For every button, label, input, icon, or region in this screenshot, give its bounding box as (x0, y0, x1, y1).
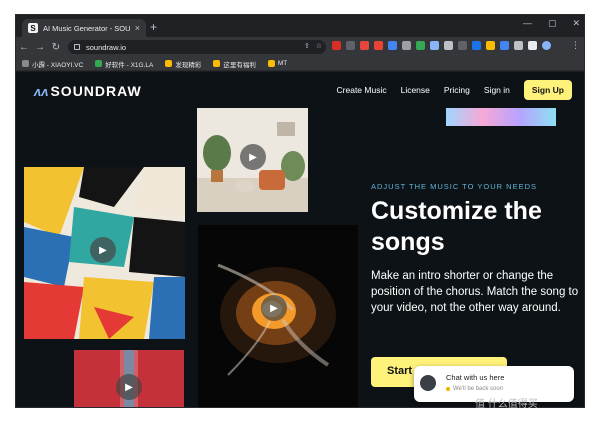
reload-button[interactable]: ↻ (48, 42, 64, 53)
browser-window: S AI Music Generator - SOUNDR × + — ▢ ✕ … (15, 14, 585, 408)
maximize-button[interactable]: ▢ (548, 18, 557, 29)
close-window-button[interactable]: ✕ (572, 18, 580, 29)
bookmark-item[interactable]: 小霹 - XIAOYI.VC (22, 59, 83, 69)
window-controls: — ▢ ✕ (523, 18, 580, 29)
extension-icon[interactable] (486, 41, 495, 50)
screenshot-frame: S AI Music Generator - SOUNDR × + — ▢ ✕ … (0, 0, 600, 422)
browser-tab[interactable]: S AI Music Generator - SOUNDR × (22, 19, 146, 37)
play-icon[interactable]: ▶ (90, 237, 116, 263)
holographic-thumbnail[interactable] (446, 108, 556, 126)
extension-icon[interactable] (346, 41, 355, 50)
hero-tagline: ADJUST THE MUSIC TO YOUR NEEDS (371, 182, 537, 191)
url-text: soundraw.io (86, 42, 127, 52)
back-button[interactable]: ← (16, 42, 32, 53)
tab-strip: S AI Music Generator - SOUNDR × + — ▢ ✕ (16, 15, 584, 37)
profile-avatar[interactable] (542, 41, 551, 50)
living-room-thumbnail[interactable]: ▶ (197, 108, 308, 212)
extension-icon[interactable] (458, 41, 467, 50)
bookmarks-bar: 小霹 - XIAOYI.VC 好软件 - X1G.LA 发现精彩 这里有福利 M… (16, 57, 584, 71)
extension-icon[interactable] (332, 41, 341, 50)
tab-close-icon[interactable]: × (135, 23, 140, 33)
forward-button[interactable]: → (32, 42, 48, 53)
folder-icon (213, 60, 221, 67)
new-tab-button[interactable]: + (150, 20, 157, 34)
logo-mark-icon: ʌʌ (34, 83, 49, 99)
nav-pricing[interactable]: Pricing (444, 85, 470, 95)
bookmark-item[interactable]: 好软件 - X1G.LA (95, 59, 153, 69)
red-figure-thumbnail[interactable]: ▶ (74, 350, 184, 407)
bookmark-favicon (95, 60, 103, 67)
nav-license[interactable]: License (401, 85, 430, 95)
bookmark-favicon (165, 60, 173, 67)
tab-title: AI Music Generator - SOUNDR (43, 23, 131, 33)
play-icon[interactable]: ▶ (116, 374, 142, 400)
sign-up-button[interactable]: Sign Up (523, 80, 572, 100)
chat-status: We'll be back soon (446, 386, 503, 392)
hero-description: Make an intro shorter or change the posi… (371, 270, 579, 314)
sidebar-icon[interactable] (528, 41, 537, 50)
site-header: ʌʌ SOUNDRAW Create Music License Pricing… (16, 72, 584, 110)
chat-subtitle: We'll be back soon (453, 386, 504, 392)
play-icon[interactable]: ▶ (240, 144, 266, 170)
extensions-row (332, 41, 551, 50)
extension-icon[interactable] (500, 41, 509, 50)
extension-icon[interactable] (416, 41, 425, 50)
tab-favicon: S (28, 23, 38, 33)
address-bar[interactable]: soundraw.io ⇪ ☆ (68, 40, 326, 54)
extension-icon[interactable] (472, 41, 481, 50)
watermark: 值 什么值得买 (475, 399, 538, 410)
share-icon[interactable]: ⇪ (304, 42, 310, 50)
browser-toolbar: ← → ↻ soundraw.io ⇪ ☆ ⋮ (16, 37, 584, 57)
web-content: ʌʌ SOUNDRAW Create Music License Pricing… (16, 72, 584, 407)
bookmark-folder[interactable]: MT (267, 60, 287, 67)
site-nav-links: Create Music License Pricing Sign in Sig… (337, 80, 572, 100)
folder-icon (267, 60, 275, 67)
browser-menu-icon[interactable]: ⋮ (571, 40, 580, 51)
extension-icon[interactable] (374, 41, 383, 50)
extension-icon[interactable] (430, 41, 439, 50)
extension-icon[interactable] (402, 41, 411, 50)
soundraw-logo[interactable]: ʌʌ SOUNDRAW (34, 83, 142, 99)
bookmark-item[interactable]: 发现精彩 (165, 59, 201, 69)
minimize-button[interactable]: — (523, 18, 532, 29)
hero-title: Customize the songs (371, 197, 542, 256)
nav-create-music[interactable]: Create Music (337, 85, 387, 95)
chat-title: Chat with us here (446, 373, 505, 382)
lock-icon (74, 44, 80, 50)
abstract-art-thumbnail[interactable]: ▶ (24, 167, 185, 339)
extension-icon[interactable] (444, 41, 453, 50)
cosmic-art-thumbnail[interactable]: ▶ (198, 225, 358, 407)
puzzle-icon[interactable] (514, 41, 523, 50)
nav-sign-in[interactable]: Sign in (484, 85, 510, 95)
bookmark-star-icon[interactable]: ☆ (316, 42, 322, 50)
extension-icon[interactable] (360, 41, 369, 50)
extension-icon[interactable] (388, 41, 397, 50)
bookmark-favicon (22, 60, 29, 67)
status-dot-icon (446, 387, 450, 391)
chat-avatar-icon (420, 375, 436, 391)
bookmark-folder[interactable]: 这里有福利 (213, 59, 256, 69)
logo-text: SOUNDRAW (50, 83, 142, 99)
play-icon[interactable]: ▶ (261, 295, 287, 321)
